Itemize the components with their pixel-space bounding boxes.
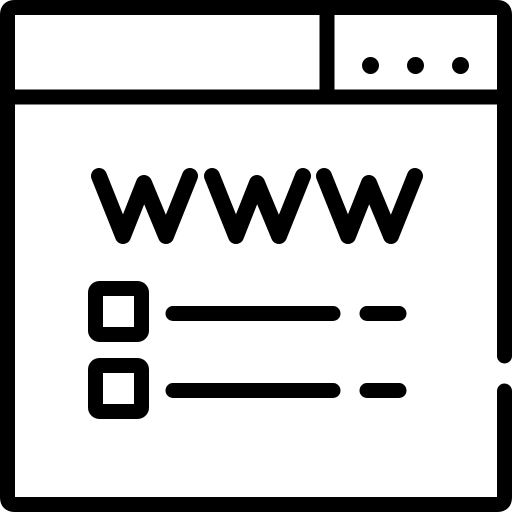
window-dot-icon xyxy=(407,57,424,74)
website-browser-icon xyxy=(0,0,512,512)
window-frame xyxy=(0,0,512,512)
window-dot-icon xyxy=(362,57,379,74)
www-text xyxy=(91,168,423,244)
checkbox-icon xyxy=(88,358,149,419)
window-controls xyxy=(362,57,469,74)
checkbox-icon xyxy=(88,281,149,342)
browser-window-icon xyxy=(0,0,512,512)
window-dot-icon xyxy=(452,57,469,74)
